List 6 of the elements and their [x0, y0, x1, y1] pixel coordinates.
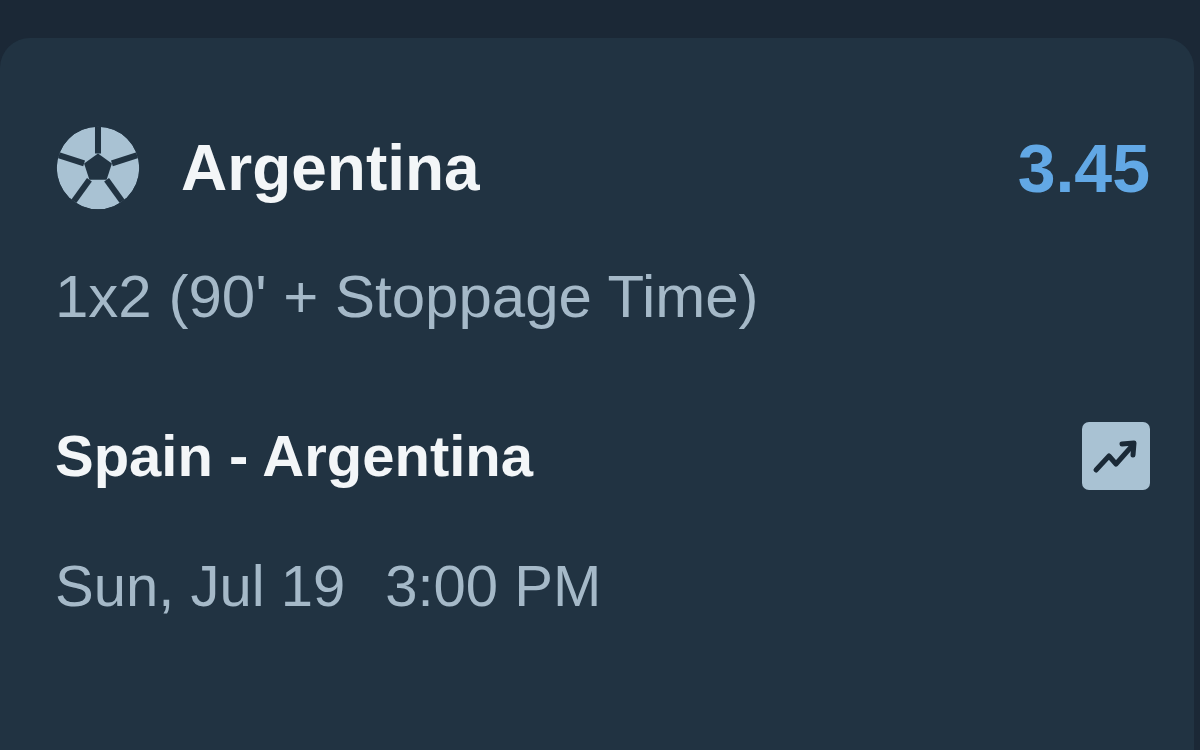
- match-time: 3:00 PM: [385, 556, 602, 615]
- trending-up-icon[interactable]: [1082, 422, 1150, 490]
- soccer-ball-icon: [55, 125, 141, 211]
- market-label: 1x2 (90' + Stoppage Time): [55, 262, 759, 331]
- odds-value: 3.45: [1017, 134, 1150, 202]
- match-date: Sun, Jul 19: [55, 556, 346, 615]
